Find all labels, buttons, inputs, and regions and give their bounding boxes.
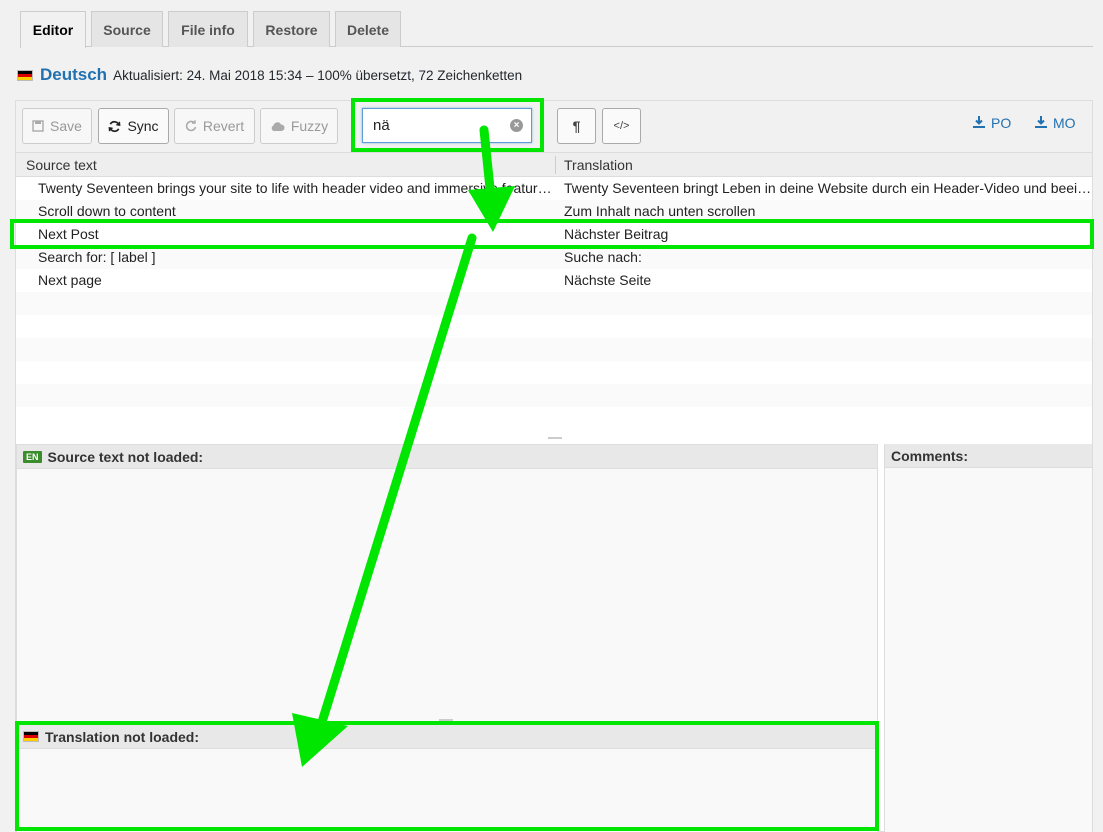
source-cell: Next Post <box>38 226 99 242</box>
tab-delete[interactable]: Delete <box>335 11 401 47</box>
tab-file-info[interactable]: File info <box>168 11 248 47</box>
english-flag-badge: EN <box>23 450 42 463</box>
german-flag-icon <box>23 731 39 742</box>
download-mo-button[interactable]: MO <box>1035 115 1076 131</box>
language-meta: Aktualisiert: 24. Mai 2018 15:34 – 100% … <box>113 67 523 83</box>
translation-pane: Translation not loaded: <box>16 724 878 832</box>
code-icon: </> <box>613 120 630 132</box>
comments-pane: Comments: <box>884 444 1092 832</box>
download-icon <box>1035 115 1047 131</box>
tab-file-info-label: File info <box>181 21 235 38</box>
translation-cell: Suche nach: <box>564 249 642 265</box>
sync-icon <box>108 120 121 133</box>
translation-cell: Zum Inhalt nach unten scrollen <box>564 203 756 219</box>
clear-search-icon[interactable]: × <box>510 119 523 132</box>
source-cell: Twenty Seventeen brings your site to lif… <box>38 180 553 196</box>
save-icon <box>32 120 44 132</box>
search-box: × <box>362 108 532 143</box>
table-row[interactable]: Twenty Seventeen brings your site to lif… <box>16 177 1092 200</box>
editor-panel: Save Sync Revert Fuzzy × ¶ <box>15 100 1093 832</box>
translation-cell: Nächster Beitrag <box>564 226 669 242</box>
empty-row <box>16 292 1092 315</box>
comments-pane-title: Comments: <box>891 447 969 464</box>
strings-grid: Source text Translation Twenty Seventeen… <box>16 153 1092 439</box>
table-row[interactable]: Search for: [ label ] Suche nach: <box>16 246 1092 269</box>
source-cell: Next page <box>38 272 102 288</box>
empty-row <box>16 407 1092 430</box>
grid-resize-handle[interactable] <box>548 437 562 439</box>
sync-button[interactable]: Sync <box>98 108 169 144</box>
toolbar: Save Sync Revert Fuzzy × ¶ <box>16 101 1092 153</box>
translation-cell: Nächste Seite <box>564 272 652 288</box>
translation-pane-header: Translation not loaded: <box>17 725 877 749</box>
empty-row <box>16 361 1092 384</box>
tab-source-label: Source <box>103 21 151 38</box>
language-name-link[interactable]: Deutsch <box>40 65 107 85</box>
empty-row <box>16 384 1092 407</box>
table-row[interactable]: Next Post Nächster Beitrag <box>16 223 1092 246</box>
mo-label: MO <box>1053 115 1076 131</box>
save-label: Save <box>50 118 82 134</box>
column-header-source[interactable]: Source text <box>26 153 97 177</box>
download-po-button[interactable]: PO <box>973 115 1011 131</box>
code-view-toggle-button[interactable]: </> <box>602 108 641 144</box>
sync-label: Sync <box>127 118 159 134</box>
comments-pane-header: Comments: <box>885 444 1092 468</box>
translation-pane-title: Translation not loaded: <box>45 728 200 745</box>
source-cell: Search for: [ label ] <box>38 249 156 265</box>
pane-resize-handle[interactable] <box>439 719 453 721</box>
fuzzy-label: Fuzzy <box>290 118 329 134</box>
tab-editor-label: Editor <box>32 22 74 38</box>
table-row[interactable]: Next page Nächste Seite <box>16 269 1092 292</box>
empty-row <box>16 338 1092 361</box>
column-divider[interactable] <box>555 156 556 174</box>
download-icon <box>973 115 985 131</box>
source-cell: Scroll down to content <box>38 203 176 219</box>
tab-editor[interactable]: Editor <box>20 11 86 48</box>
revert-label: Revert <box>202 118 245 134</box>
source-pane-title: Source text not loaded: <box>47 448 204 465</box>
language-header: Deutsch Aktualisiert: 24. Mai 2018 15:34… <box>17 64 522 86</box>
revert-icon <box>185 120 197 132</box>
grid-header: Source text Translation <box>16 153 1092 177</box>
invisibles-toggle-button[interactable]: ¶ <box>557 108 596 144</box>
cloud-icon <box>270 121 285 132</box>
search-input[interactable] <box>373 117 493 134</box>
pilcrow-icon: ¶ <box>572 118 581 134</box>
tab-restore[interactable]: Restore <box>253 11 330 47</box>
tab-source[interactable]: Source <box>91 11 163 47</box>
tab-bar: Editor Source File info Restore Delete <box>20 11 1093 48</box>
source-pane-header: EN Source text not loaded: <box>17 445 877 469</box>
tab-restore-label: Restore <box>265 21 318 38</box>
save-button[interactable]: Save <box>22 108 92 144</box>
column-header-translation[interactable]: Translation <box>564 153 633 177</box>
po-label: PO <box>991 115 1012 131</box>
empty-row <box>16 315 1092 338</box>
tab-delete-label: Delete <box>346 21 390 38</box>
fuzzy-button[interactable]: Fuzzy <box>260 108 338 144</box>
revert-button[interactable]: Revert <box>174 108 255 144</box>
german-flag-icon <box>17 69 33 81</box>
table-row[interactable]: Scroll down to content Zum Inhalt nach u… <box>16 200 1092 223</box>
source-pane: EN Source text not loaded: <box>16 444 878 724</box>
translation-cell: Twenty Seventeen bringt Leben in deine W… <box>564 180 1092 196</box>
